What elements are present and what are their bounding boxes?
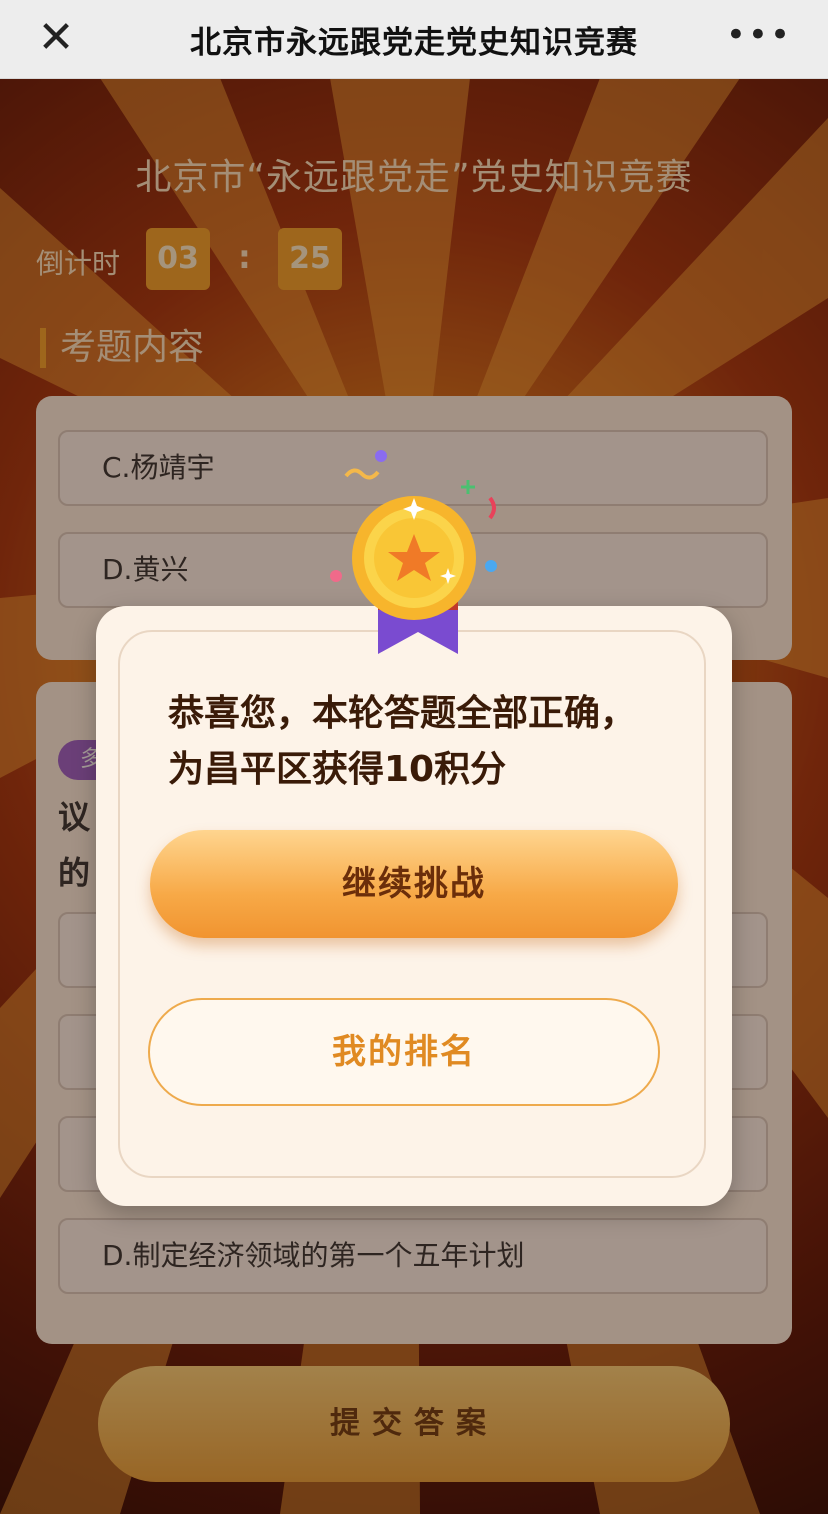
more-icon[interactable]: ••• [726, 18, 792, 52]
success-dialog: 恭喜您，本轮答题全部正确， 为昌平区获得10积分 继续挑战 我的排名 [96, 606, 732, 1206]
result-message: 恭喜您，本轮答题全部正确， 为昌平区获得10积分 [168, 686, 688, 798]
my-ranking-button[interactable]: 我的排名 [148, 998, 660, 1106]
continue-challenge-button[interactable]: 继续挑战 [150, 830, 678, 938]
result-message-line1: 恭喜您，本轮答题全部正确， [168, 693, 637, 734]
page-title: 北京市永远跟党走党史知识竞赛 [190, 24, 638, 61]
medal-icon [330, 450, 497, 654]
close-icon[interactable]: ✕ [34, 16, 78, 60]
result-message-line2: 为昌平区获得10积分 [168, 749, 507, 790]
navbar: ✕ 北京市永远跟党走党史知识竞赛 ••• [0, 0, 828, 79]
